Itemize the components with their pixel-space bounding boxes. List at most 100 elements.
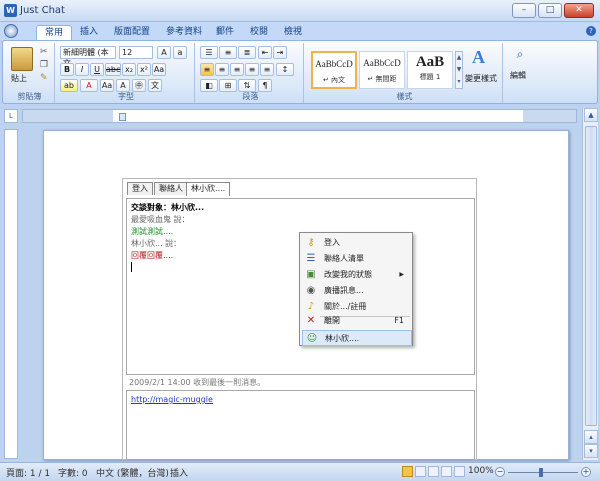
menu-item-broadcast[interactable]: ◉ 廣播訊息... (302, 283, 412, 299)
user-icon: ☺ (306, 333, 318, 344)
zoom-slider[interactable] (508, 472, 578, 473)
style-heading-1[interactable]: AaB 標題 1 (407, 51, 453, 89)
grow-font-icon[interactable]: A (157, 46, 171, 59)
input-link[interactable]: http://magic-muggle (131, 395, 213, 404)
help-icon[interactable]: ? (586, 26, 596, 36)
menu-item-contact[interactable]: ☺ 林小欣.... (302, 330, 412, 346)
app-icon[interactable]: W (4, 4, 17, 17)
close-icon: ✕ (306, 315, 316, 326)
scroll-thumb[interactable] (585, 126, 597, 426)
vertical-ruler[interactable] (4, 129, 18, 459)
chat-tab-conversation[interactable]: 林小欣.... (186, 182, 231, 196)
minimize-button[interactable]: – (512, 3, 536, 18)
vertical-scrollbar[interactable]: ▲ ▴ ▾ (582, 108, 598, 460)
draft-icon[interactable] (454, 466, 465, 477)
change-styles-icon[interactable]: A (472, 47, 485, 68)
outline-icon[interactable] (441, 466, 452, 477)
chat-tab-contacts[interactable]: 聯絡人 (154, 182, 188, 195)
indent-marker[interactable] (119, 113, 126, 121)
italic-icon[interactable]: I (75, 63, 89, 76)
find-icon[interactable]: ⌕ (512, 47, 528, 63)
page-count[interactable]: 頁面: 1 / 1 (6, 466, 50, 479)
window-title: Just Chat (20, 5, 65, 16)
tab-view[interactable]: 檢視 (276, 25, 310, 40)
numbering-icon[interactable]: ≡ (219, 46, 237, 59)
styles-scroll[interactable]: ▲ ▼ ▾ (455, 51, 463, 89)
tab-selector-icon[interactable]: L (4, 109, 18, 123)
next-page-icon[interactable]: ▾ (584, 444, 598, 458)
scroll-up-icon[interactable]: ▲ (584, 108, 598, 122)
bullets-icon[interactable]: ☰ (200, 46, 218, 59)
maximize-button[interactable]: □ (538, 3, 562, 18)
horizontal-ruler[interactable] (22, 109, 577, 123)
chat-status-line: 2009/2/1 14:00 收到最後一則消息。 (129, 378, 266, 387)
style-no-spacing[interactable]: AaBbCcD ↵ 無間距 (359, 51, 405, 89)
prev-page-icon[interactable]: ▴ (584, 430, 598, 444)
align-right-icon[interactable]: ≡ (230, 63, 244, 76)
strikethrough-icon[interactable]: abc (105, 63, 121, 76)
align-left-icon[interactable]: ≡ (200, 63, 214, 76)
editing-label[interactable]: 編輯 (510, 70, 526, 81)
style-name: ↵ 內文 (322, 76, 346, 84)
paste-label[interactable]: 貼上 (11, 73, 27, 84)
title-bar: W Just Chat – □ ✕ (0, 0, 600, 22)
style-name: 標題 1 (419, 73, 441, 81)
menu-item-label: 改變我的狀態 (324, 270, 372, 279)
language[interactable]: 中文 (繁體，台灣) (96, 466, 169, 479)
distribute-icon[interactable]: ≡ (260, 63, 274, 76)
print-layout-icon[interactable] (402, 466, 413, 477)
insert-mode[interactable]: 插入 (170, 466, 188, 479)
tab-home[interactable]: 常用 (36, 25, 73, 40)
message-input[interactable]: http://magic-muggle (126, 390, 475, 460)
menu-item-exit[interactable]: ✕ 離開 F1 (302, 313, 412, 329)
superscript-icon[interactable]: x² (137, 63, 151, 76)
submenu-arrow-icon: ▶ (399, 271, 404, 278)
zoom-slider-thumb[interactable] (539, 468, 543, 477)
change-styles-label[interactable]: 變更樣式 (465, 73, 497, 84)
style-normal[interactable]: AaBbCcD ↵ 內文 (311, 51, 357, 89)
tab-page-layout[interactable]: 版面配置 (106, 25, 158, 40)
broadcast-icon: ◉ (306, 285, 316, 296)
zoom-out-icon[interactable]: − (495, 467, 505, 477)
font-name-select[interactable]: 新細明體 (本文 (60, 46, 116, 68)
paste-icon[interactable] (11, 47, 33, 71)
ribbon-tabs: 常用 插入 版面配置 參考資料 郵件 校閱 檢視 ? (0, 22, 600, 40)
chat-tab-login[interactable]: 登入 (127, 182, 153, 195)
font-size-select[interactable]: 12 (119, 46, 153, 59)
tab-references[interactable]: 參考資料 (158, 25, 210, 40)
zoom-level[interactable]: 100% (468, 466, 494, 476)
tab-mailings[interactable]: 郵件 (208, 25, 242, 40)
menu-item-login[interactable]: ⚷ 登入 (302, 235, 412, 251)
full-screen-icon[interactable] (415, 466, 426, 477)
clipboard-group: 貼上 ✂ ❐ ✎ 剪貼簿 (5, 43, 55, 103)
key-icon: ⚷ (307, 237, 315, 248)
clear-format-icon[interactable]: Aa (152, 63, 166, 76)
menu-item-label: 登入 (324, 238, 340, 247)
paragraph-group-label: 段落 (242, 92, 259, 101)
menu-item-change-status[interactable]: ▣ 改變我的狀態 ▶ (302, 267, 412, 283)
copy-icon[interactable]: ❐ (40, 60, 48, 70)
justify-icon[interactable]: ≡ (245, 63, 259, 76)
increase-indent-icon[interactable]: ⇥ (273, 46, 287, 59)
menu-item-label: 廣播訊息... (324, 286, 364, 295)
format-painter-icon[interactable]: ✎ (40, 73, 48, 83)
cut-icon[interactable]: ✂ (40, 47, 48, 57)
close-button[interactable]: ✕ (564, 3, 594, 18)
subscript-icon[interactable]: x₂ (122, 63, 136, 76)
shrink-font-icon[interactable]: a (173, 46, 187, 59)
multilevel-list-icon[interactable]: ≣ (238, 46, 256, 59)
tab-review[interactable]: 校閱 (242, 25, 276, 40)
web-layout-icon[interactable] (428, 466, 439, 477)
align-center-icon[interactable]: ≡ (215, 63, 229, 76)
tab-insert[interactable]: 插入 (72, 25, 106, 40)
style-preview: AaBbCcD (315, 59, 353, 69)
zoom-in-icon[interactable]: + (581, 467, 591, 477)
office-button[interactable] (4, 24, 18, 38)
line-spacing-icon[interactable]: ↕ (276, 63, 294, 76)
menu-item-contact-list[interactable]: ☰ 聯絡人清單 (302, 251, 412, 267)
underline-icon[interactable]: U (90, 63, 104, 76)
word-count[interactable]: 字數: 0 (58, 466, 88, 479)
text-cursor (131, 262, 132, 272)
bold-icon[interactable]: B (60, 63, 74, 76)
decrease-indent-icon[interactable]: ⇤ (258, 46, 272, 59)
